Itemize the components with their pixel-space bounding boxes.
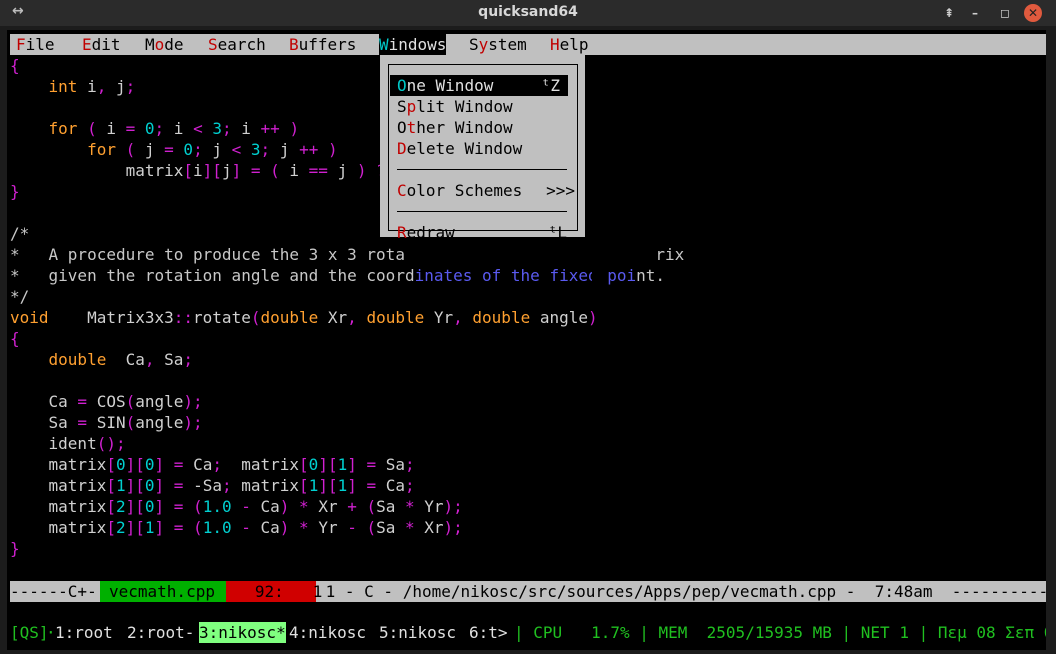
- tmux-window-1[interactable]: 1:root: [55, 622, 113, 643]
- code-line: ident();: [48, 434, 126, 453]
- menu-item-redraw[interactable]: Redraw ᵗL: [397, 222, 575, 242]
- minimize-icon[interactable]: –: [966, 4, 984, 22]
- code-line: Sa = SIN(angle);: [48, 413, 203, 432]
- code-line: */: [10, 287, 30, 306]
- menu-item-delete-window[interactable]: Delete Window: [397, 138, 575, 159]
- maximize-icon[interactable]: ◻: [996, 4, 1014, 22]
- code-line: matrix[2][0] = (1.0 - Ca) * Xr + (Sa * Y…: [48, 497, 463, 516]
- menu-item-other-window[interactable]: Other Window: [397, 117, 575, 138]
- tmux-window-2[interactable]: 2:root-: [127, 622, 194, 643]
- window-shade-icon[interactable]: ⇞: [940, 4, 958, 22]
- code-line: matrix[0][0] = Ca; matrix[0][1] = Sa;: [48, 455, 415, 474]
- tmux-system-stats: | CPU 1.7% | MEM 2505/15935 MB | NET 1 |…: [514, 623, 1046, 642]
- menu-separator: [397, 169, 567, 170]
- menu-item-one-window[interactable]: One Window ᵗZ: [390, 75, 568, 96]
- menu-windows[interactable]: Windows: [379, 34, 447, 55]
- menu-buffers[interactable]: Buffers: [289, 34, 356, 55]
- code-line: * A procedure to produce the 3 x 3 rota …: [10, 245, 685, 264]
- tmux-session: [QS]: [10, 623, 49, 642]
- dropdown-frame: One Window ᵗZ Split Window Other Window D…: [388, 64, 578, 242]
- windows-dropdown-menu: One Window ᵗZ Split Window Other Window D…: [380, 55, 585, 242]
- menu-search[interactable]: Search: [208, 34, 266, 55]
- status-left: ------C+-: [10, 582, 97, 601]
- tmux-window-5[interactable]: 5:nikosc: [379, 622, 456, 643]
- menu-item-color-schemes[interactable]: Color Schemes >>>: [397, 180, 575, 201]
- code-line: for ( j = 0; j < 3; j ++ ): [87, 140, 338, 159]
- code-line: void Matrix3x3::rotate(double Xr, double…: [10, 308, 598, 327]
- code-line: {: [10, 329, 20, 348]
- tmux-window-6[interactable]: 6:t>: [469, 622, 508, 643]
- menu-separator: [397, 211, 567, 212]
- code-line: matrix[2][1] = (1.0 - Ca) * Yr - (Sa * X…: [48, 518, 463, 537]
- code-line: /*: [10, 224, 30, 243]
- code-line: matrix[i][j] = ( i == j ) ? 1: [125, 161, 405, 180]
- tmux-window-3-active[interactable]: 3:nikosc*: [199, 622, 286, 643]
- code-line: }: [10, 182, 20, 201]
- menu-help[interactable]: Help: [550, 34, 589, 55]
- menu-system[interactable]: System: [469, 34, 527, 55]
- tmux-status-bar: [QS] · 1:root 2:root- 3:nikosc* 4:nikosc…: [10, 622, 1046, 643]
- menu-bar: File Edit Mode Search Buffers Windows Sy…: [10, 34, 1046, 55]
- tmux-window-4[interactable]: 4:nikosc: [289, 622, 366, 643]
- status-filename: vecmath.cpp: [100, 581, 226, 602]
- window-title: quicksand64: [478, 4, 578, 20]
- menu-edit[interactable]: Edit: [82, 34, 121, 55]
- dropdown-shadow: [592, 105, 600, 297]
- editor-status-bar: ------C+- vecmath.cpp 92: 1 1 - C - /hom…: [10, 581, 1046, 602]
- code-line: matrix[1][0] = -Sa; matrix[1][1] = Ca;: [48, 476, 415, 495]
- code-line: double Ca, Sa;: [48, 350, 194, 369]
- status-position: 92: 1: [226, 581, 323, 602]
- code-line: {: [10, 56, 20, 75]
- code-line: * given the rotation angle and the coord…: [10, 266, 666, 285]
- code-line: for ( i = 0; i < 3; i ++ ): [48, 119, 300, 138]
- menu-file[interactable]: File: [16, 34, 55, 55]
- code-line: }: [10, 539, 20, 558]
- window-titlebar[interactable]: ↔ quicksand64 ⇞ – ◻ ✕: [0, 0, 1056, 26]
- code-line: Ca = COS(angle);: [48, 392, 203, 411]
- code-line: int i, j;: [48, 77, 136, 96]
- close-icon[interactable]: ✕: [1024, 4, 1042, 22]
- status-info: 1 - C - /home/nikosc/src/sources/Apps/pe…: [316, 582, 1046, 601]
- menu-mode[interactable]: Mode: [145, 34, 184, 55]
- terminal[interactable]: File Edit Mode Search Buffers Windows Sy…: [7, 30, 1046, 650]
- menu-item-split-window[interactable]: Split Window: [397, 96, 575, 117]
